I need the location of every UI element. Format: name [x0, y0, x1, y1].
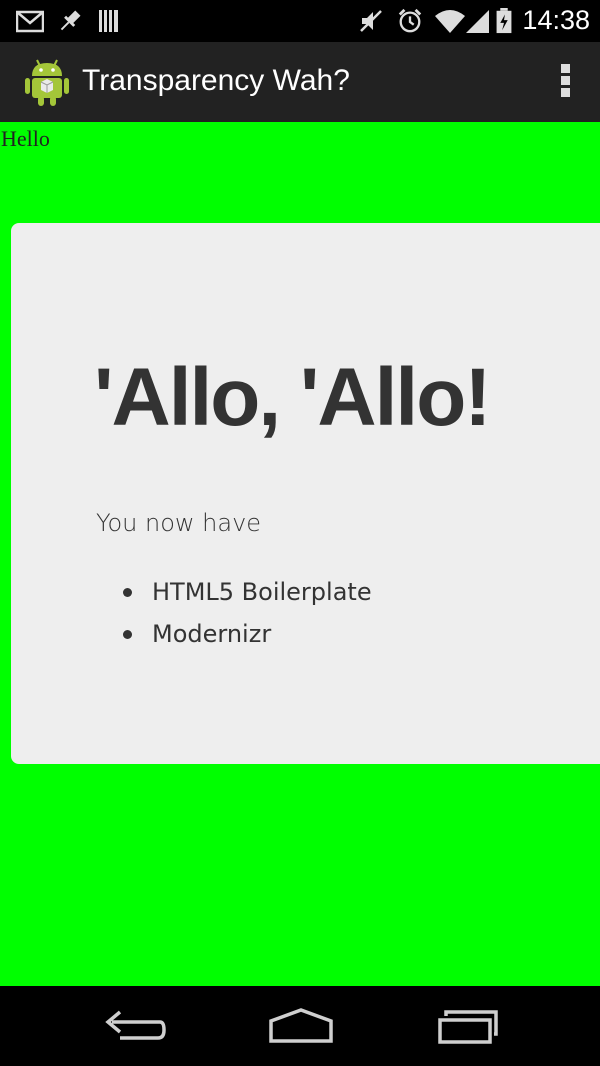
jumbotron-heading: 'Allo, 'Allo! [94, 352, 492, 443]
battery-icon [496, 8, 512, 34]
jumbotron-lead: You now have [96, 509, 262, 537]
pin-icon [60, 10, 81, 31]
wifi-icon [435, 10, 465, 33]
menu-dot [561, 88, 570, 97]
android-app-icon[interactable] [24, 56, 70, 108]
list-item: Modernizr [121, 613, 372, 655]
app-title: Transparency Wah? [82, 64, 350, 97]
feature-list: HTML5 Boilerplate Modernizr [121, 571, 372, 655]
menu-dot [561, 64, 570, 73]
action-bar: Transparency Wah? [0, 42, 600, 124]
status-time: 14:38 [522, 5, 590, 35]
mute-icon [360, 10, 382, 32]
webview-content[interactable]: Hello 'Allo, 'Allo! You now have HTML5 B… [0, 122, 600, 986]
status-bar: 14:38 [0, 0, 600, 42]
navigation-bar [0, 986, 600, 1066]
back-icon[interactable] [98, 1004, 168, 1048]
gmail-icon [16, 10, 44, 33]
home-icon[interactable] [266, 1004, 336, 1048]
overflow-menu-icon[interactable] [560, 64, 572, 104]
hello-text: Hello [1, 126, 50, 151]
recent-apps-icon[interactable] [434, 1004, 504, 1048]
list-item-label: Modernizr [152, 620, 272, 648]
list-item-label: HTML5 Boilerplate [152, 578, 372, 606]
jumbotron: 'Allo, 'Allo! You now have HTML5 Boilerp… [11, 223, 600, 764]
menu-dot [561, 76, 570, 85]
phone-screen: 14:38 Transparency Wah? Hello 'Allo, 'Al… [0, 0, 600, 1066]
bullet-icon [123, 630, 132, 639]
signal-icon [466, 10, 489, 33]
barcode-icon [99, 10, 118, 32]
list-item: HTML5 Boilerplate [121, 571, 372, 613]
bullet-icon [123, 588, 132, 597]
alarm-icon [398, 8, 422, 33]
